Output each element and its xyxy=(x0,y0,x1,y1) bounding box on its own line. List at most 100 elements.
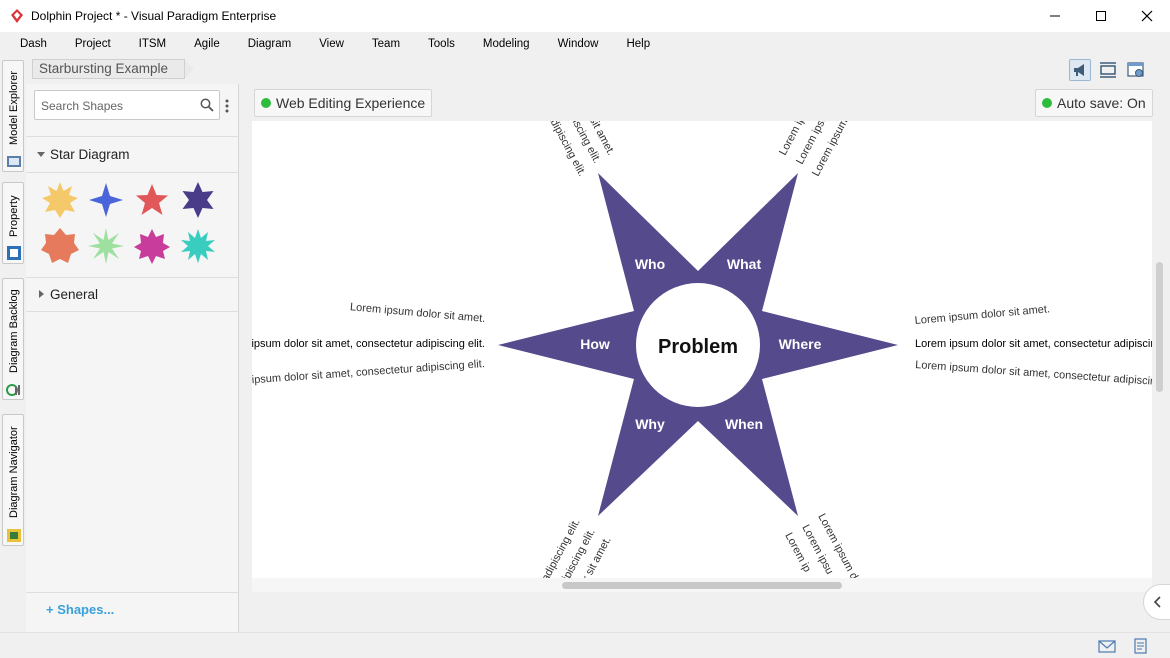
shapes-panel: Star Diagram xyxy=(26,84,239,632)
menu-window[interactable]: Window xyxy=(544,38,613,50)
shape-ten-point-star[interactable] xyxy=(178,226,218,266)
tab-diagram-backlog-label: Diagram Backlog xyxy=(8,289,20,373)
megaphone-icon xyxy=(1074,64,1084,76)
point-label-why: Why xyxy=(635,416,665,432)
menu-project[interactable]: Project xyxy=(61,38,125,50)
diagram-area: Web Editing Experience Auto save: On Pro… xyxy=(239,84,1170,632)
status-bar xyxy=(0,632,1170,658)
horizontal-scrollbar[interactable] xyxy=(252,578,1152,592)
shape-burst-star[interactable] xyxy=(40,180,80,220)
tab-diagram-navigator-label: Diagram Navigator xyxy=(8,426,20,518)
tab-diagram-navigator[interactable]: Diagram Navigator xyxy=(2,414,24,546)
shape-eight-point-star[interactable] xyxy=(86,226,126,266)
autosave-label: Auto save: On xyxy=(1057,95,1146,111)
maximize-icon xyxy=(1096,11,1106,21)
divider xyxy=(26,136,238,137)
more-options-icon[interactable] xyxy=(224,98,230,114)
window-settings-icon xyxy=(1127,62,1144,77)
center-label: Problem xyxy=(658,336,738,358)
breadcrumb-bar: Starbursting Example xyxy=(26,56,1170,84)
annotation-how-3[interactable]: ipsum dolor sit amet, consectetur adipis… xyxy=(252,358,485,386)
close-button[interactable] xyxy=(1124,0,1170,32)
annotation-how-2[interactable]: ipsum dolor sit amet, consectetur adipis… xyxy=(252,338,485,350)
status-dot-icon xyxy=(1042,98,1052,108)
annotation-where-2[interactable]: Lorem ipsum dolor sit amet, consectetur … xyxy=(915,338,1152,350)
tab-diagram-backlog[interactable]: Diagram Backlog xyxy=(2,278,24,400)
web-editing-label: Web Editing Experience xyxy=(276,95,426,111)
app-logo-icon xyxy=(11,9,23,23)
tab-model-explorer-label: Model Explorer xyxy=(8,71,20,145)
collapse-panel-button[interactable] xyxy=(1143,584,1170,620)
menu-itsm[interactable]: ITSM xyxy=(125,38,180,50)
shape-five-point-star[interactable] xyxy=(132,180,172,220)
chevron-right-icon xyxy=(39,290,44,298)
shape-seven-point-star[interactable] xyxy=(40,226,80,266)
starbursting-diagram[interactable]: Problem Who What Where When Why How Lore… xyxy=(252,121,1152,578)
backlog-icon xyxy=(6,384,20,396)
search-input[interactable] xyxy=(41,97,191,115)
announcement-button[interactable] xyxy=(1069,59,1091,81)
mail-icon[interactable] xyxy=(1098,638,1116,654)
tab-model-explorer[interactable]: Model Explorer xyxy=(2,60,24,172)
menu-dash[interactable]: Dash xyxy=(6,38,61,50)
tab-property[interactable]: Property xyxy=(2,182,24,264)
point-label-who: Who xyxy=(635,256,665,272)
status-dot-icon xyxy=(261,98,271,108)
group-general[interactable]: General xyxy=(26,279,238,309)
shape-four-point-star[interactable] xyxy=(86,180,126,220)
add-shapes-label: Shapes... xyxy=(57,602,115,617)
navigator-icon xyxy=(7,529,21,542)
menu-tools[interactable]: Tools xyxy=(414,38,469,50)
menu-help[interactable]: Help xyxy=(612,38,664,50)
side-tabs: Model Explorer Property Diagram Backlog … xyxy=(0,56,26,632)
app-window: Dolphin Project * - Visual Paradigm Ente… xyxy=(0,0,1170,658)
group-star-diagram-label: Star Diagram xyxy=(50,146,130,162)
point-label-what: What xyxy=(727,256,762,272)
maximize-button[interactable] xyxy=(1078,0,1124,32)
horizontal-scroll-thumb[interactable] xyxy=(562,582,842,589)
close-icon xyxy=(1141,10,1153,22)
search-icon[interactable] xyxy=(200,98,214,112)
menu-bar: Dash Project ITSM Agile Diagram View Tea… xyxy=(0,32,1170,56)
plus-icon: + xyxy=(46,602,58,617)
menu-team[interactable]: Team xyxy=(358,38,414,50)
minimize-button[interactable] xyxy=(1032,0,1078,32)
annotation-where-3[interactable]: Lorem ipsum dolor sit amet, consectetur … xyxy=(915,359,1152,388)
point-label-when: When xyxy=(725,416,763,432)
add-shapes-link[interactable]: + Shapes... xyxy=(46,602,114,617)
property-icon xyxy=(7,246,21,260)
autosave-badge[interactable]: Auto save: On xyxy=(1035,89,1153,117)
breadcrumb[interactable]: Starbursting Example xyxy=(32,59,195,79)
group-general-label: General xyxy=(50,286,99,302)
shape-six-point-star[interactable] xyxy=(178,180,218,220)
fit-diagram-button[interactable] xyxy=(1097,59,1119,81)
search-box xyxy=(34,90,220,120)
divider xyxy=(26,592,238,593)
fit-width-icon xyxy=(1100,62,1116,78)
annotation-where-1[interactable]: Lorem ipsum dolor sit amet. xyxy=(914,303,1050,327)
web-editing-badge[interactable]: Web Editing Experience xyxy=(254,89,433,117)
vertical-scroll-thumb[interactable] xyxy=(1156,262,1163,392)
menu-agile[interactable]: Agile xyxy=(180,38,234,50)
tab-property-label: Property xyxy=(8,195,20,237)
chevron-left-icon xyxy=(1153,596,1161,608)
point-label-where: Where xyxy=(779,336,822,352)
menu-view[interactable]: View xyxy=(305,38,358,50)
shape-nine-point-star[interactable] xyxy=(132,226,172,266)
diagram-canvas[interactable]: Problem Who What Where When Why How Lore… xyxy=(252,121,1152,578)
divider xyxy=(26,311,238,312)
title-bar: Dolphin Project * - Visual Paradigm Ente… xyxy=(0,0,1170,32)
group-star-diagram[interactable]: Star Diagram xyxy=(26,139,238,169)
annotation-how-1[interactable]: Lorem ipsum dolor sit amet. xyxy=(350,301,486,325)
divider xyxy=(26,172,238,173)
notes-icon[interactable] xyxy=(1132,638,1150,654)
diagram-settings-button[interactable] xyxy=(1125,59,1147,81)
minimize-icon xyxy=(1050,15,1060,17)
chevron-down-icon xyxy=(37,152,45,157)
point-label-how: How xyxy=(580,336,610,352)
menu-diagram[interactable]: Diagram xyxy=(234,38,305,50)
window-title: Dolphin Project * - Visual Paradigm Ente… xyxy=(31,9,277,23)
menu-modeling[interactable]: Modeling xyxy=(469,38,544,50)
divider xyxy=(26,277,238,278)
model-explorer-icon xyxy=(7,156,21,167)
